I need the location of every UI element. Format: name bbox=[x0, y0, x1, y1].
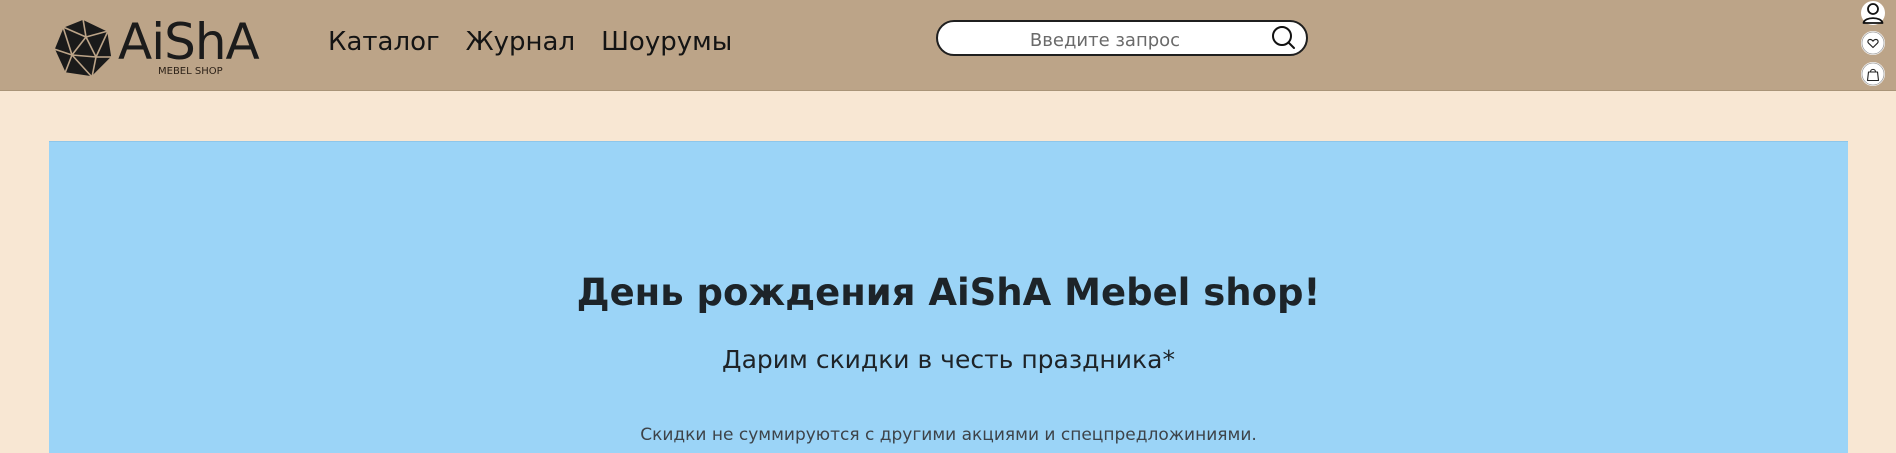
search-input[interactable] bbox=[958, 26, 1252, 54]
heart-icon[interactable] bbox=[1861, 31, 1885, 55]
header-actions bbox=[1860, 0, 1886, 90]
user-icon[interactable] bbox=[1861, 1, 1885, 25]
promo-title: День рождения AiShA Mebel shop! bbox=[576, 270, 1321, 314]
promo-subtitle: Дарим скидки в честь праздника* bbox=[722, 345, 1175, 374]
nav-item-catalog[interactable]: Каталог bbox=[328, 24, 440, 60]
site-header: AiShA MEBEL SHOP Каталог Журнал Шоурумы bbox=[0, 0, 1896, 91]
main-nav: Каталог Журнал Шоурумы bbox=[328, 22, 758, 62]
promo-note: Скидки не суммируются с другими акциями … bbox=[640, 425, 1257, 445]
search-icon[interactable] bbox=[1270, 25, 1296, 51]
nav-item-journal[interactable]: Журнал bbox=[466, 24, 575, 60]
promo-banner: День рождения AiShA Mebel shop! Дарим ск… bbox=[49, 141, 1848, 453]
logo-subtitle: MEBEL SHOP bbox=[158, 66, 223, 77]
logo-wordmark: AiShA bbox=[118, 13, 260, 71]
logo-link[interactable]: AiShA MEBEL SHOP bbox=[52, 13, 277, 82]
polyhedron-logo-icon bbox=[53, 18, 113, 78]
search-box bbox=[936, 20, 1308, 56]
shopping-bag-icon[interactable] bbox=[1861, 62, 1885, 86]
nav-item-showrooms[interactable]: Шоурумы bbox=[601, 24, 732, 60]
